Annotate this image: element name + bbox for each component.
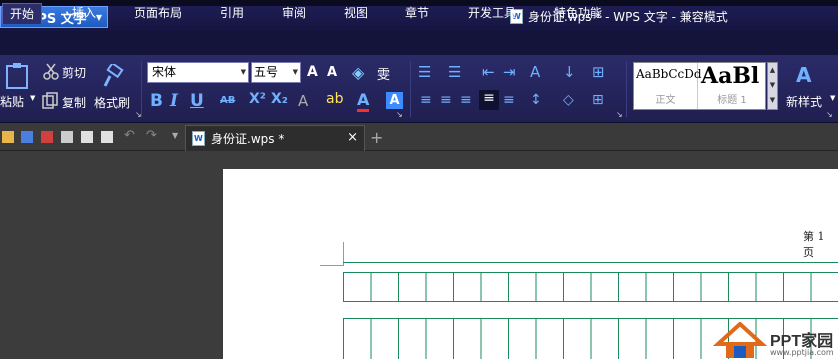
- chevron-down-icon: ▼: [292, 68, 298, 76]
- style-sample: AaBbCcDd: [636, 67, 702, 81]
- font-name-value: 宋体: [152, 65, 177, 79]
- font-name-select[interactable]: 宋体 ▼: [147, 62, 249, 83]
- paste-icon[interactable]: [4, 62, 32, 90]
- style-heading-1[interactable]: AaBl 标题 1: [699, 63, 765, 109]
- save-icon[interactable]: [21, 131, 33, 143]
- increase-indent-icon[interactable]: ⇥: [503, 63, 516, 81]
- new-style-icon[interactable]: A: [796, 63, 811, 87]
- chevron-down-icon[interactable]: ▼: [830, 94, 835, 102]
- window-title: 身份证.wps * - WPS 文字 - 兼容模式: [510, 8, 728, 25]
- cut-label[interactable]: 剪切: [62, 64, 86, 81]
- font-color-icon[interactable]: A: [357, 90, 370, 112]
- grid-line: [343, 262, 838, 263]
- style-normal[interactable]: AaBbCcDd 正文: [634, 63, 702, 109]
- format-painter-label[interactable]: 格式刷: [94, 94, 130, 111]
- subscript-icon[interactable]: X₂: [271, 91, 288, 107]
- clear-format-icon[interactable]: ◈: [352, 63, 364, 82]
- line-spacing-icon[interactable]: ↕: [530, 92, 542, 108]
- highlight-icon[interactable]: ab: [326, 91, 343, 107]
- tab-developer[interactable]: 开发工具: [460, 3, 524, 24]
- export-pdf-icon[interactable]: [41, 131, 53, 143]
- redo-icon[interactable]: ↷: [146, 128, 157, 143]
- char-shading-icon[interactable]: A: [386, 92, 403, 109]
- tab-references[interactable]: 引用: [210, 3, 254, 24]
- document-tab[interactable]: 身份证.wps * ×: [185, 125, 365, 151]
- scissors-icon[interactable]: [42, 63, 60, 81]
- numbered-list-icon[interactable]: ☰: [448, 63, 461, 81]
- tab-page-layout[interactable]: 页面布局: [128, 3, 188, 24]
- new-style-label[interactable]: 新样式: [786, 93, 822, 110]
- shrink-font-icon[interactable]: A: [327, 65, 337, 80]
- text-direction-icon[interactable]: A: [530, 63, 540, 81]
- menu-bar: [0, 31, 838, 55]
- strikethrough-icon[interactable]: AB: [220, 95, 235, 106]
- table-icon[interactable]: ⊞: [592, 63, 605, 81]
- decrease-indent-icon[interactable]: ⇤: [482, 63, 495, 81]
- style-gallery-scroll[interactable]: ▲ ▼ ▼: [767, 62, 778, 110]
- close-icon[interactable]: ×: [347, 130, 358, 145]
- bullet-list-icon[interactable]: ☰: [418, 63, 431, 81]
- separator: [410, 61, 411, 117]
- undo-icon[interactable]: ↶: [124, 128, 135, 143]
- align-right-icon[interactable]: ≡: [460, 92, 472, 108]
- chevron-down-icon: ▼: [240, 68, 246, 76]
- document-tab-label: 身份证.wps *: [211, 132, 285, 146]
- italic-icon[interactable]: I: [170, 91, 178, 111]
- sort-icon[interactable]: ↓: [563, 63, 576, 81]
- distributed-align-icon[interactable]: ≡: [503, 92, 515, 108]
- margin-marker: [320, 265, 344, 266]
- tab-chapter[interactable]: 章节: [395, 3, 439, 24]
- separator: [626, 61, 627, 117]
- tab-home[interactable]: 开始: [2, 3, 42, 24]
- chevron-down-icon[interactable]: ▼: [768, 78, 777, 93]
- dialog-launcher-icon[interactable]: ↘: [135, 110, 142, 119]
- document-check-icon[interactable]: [101, 131, 113, 143]
- shading-icon[interactable]: ◇: [563, 92, 574, 108]
- style-sample: AaBl: [701, 63, 760, 89]
- chevron-down-icon[interactable]: ▼: [30, 94, 35, 102]
- document-icon: [192, 131, 205, 146]
- grow-font-icon[interactable]: A: [307, 64, 318, 80]
- justify-icon[interactable]: ≡: [479, 90, 499, 110]
- chevron-up-icon[interactable]: ▲: [768, 63, 777, 78]
- paste-label[interactable]: 粘贴: [0, 93, 24, 110]
- tab-review[interactable]: 审阅: [272, 3, 316, 24]
- dialog-launcher-icon[interactable]: ↘: [396, 110, 403, 119]
- separator: [141, 61, 142, 117]
- print-preview-icon[interactable]: [81, 131, 93, 143]
- superscript-icon[interactable]: X²: [249, 91, 266, 107]
- tab-special-features[interactable]: 特色功能: [546, 3, 610, 24]
- watermark-url: www.pptjia.com: [770, 348, 834, 357]
- dialog-launcher-icon[interactable]: ↘: [826, 110, 833, 119]
- dialog-launcher-icon[interactable]: ↘: [616, 110, 623, 119]
- border-icon[interactable]: ⊞: [592, 92, 604, 108]
- align-center-icon[interactable]: ≡: [440, 92, 452, 108]
- underline-icon[interactable]: U: [190, 91, 204, 111]
- copy-label[interactable]: 复制: [62, 94, 86, 111]
- style-label: 标题 1: [717, 95, 747, 106]
- copy-icon[interactable]: [42, 92, 60, 110]
- chevron-down-icon[interactable]: ▼: [172, 131, 178, 140]
- font-size-select[interactable]: 五号 ▼: [251, 62, 301, 83]
- new-tab-icon[interactable]: +: [370, 128, 383, 147]
- bold-icon[interactable]: B: [150, 91, 163, 111]
- style-gallery: AaBbCcDd 正文 AaBl 标题 1: [633, 62, 766, 110]
- format-painter-icon[interactable]: [101, 64, 125, 90]
- expand-icon[interactable]: ▼: [768, 93, 777, 108]
- character-grid-row: [343, 272, 838, 302]
- page-number: 第 1 页: [803, 230, 825, 259]
- open-folder-icon[interactable]: [2, 131, 14, 143]
- tab-view[interactable]: 视图: [334, 3, 378, 24]
- phonetic-guide-icon[interactable]: 雯: [377, 64, 390, 83]
- align-left-icon[interactable]: ≡: [420, 92, 432, 108]
- tab-insert[interactable]: 插入: [62, 3, 106, 24]
- style-label: 正文: [655, 95, 676, 106]
- text-effect-icon[interactable]: A: [298, 92, 308, 110]
- print-icon[interactable]: [61, 131, 73, 143]
- font-size-value: 五号: [254, 65, 279, 79]
